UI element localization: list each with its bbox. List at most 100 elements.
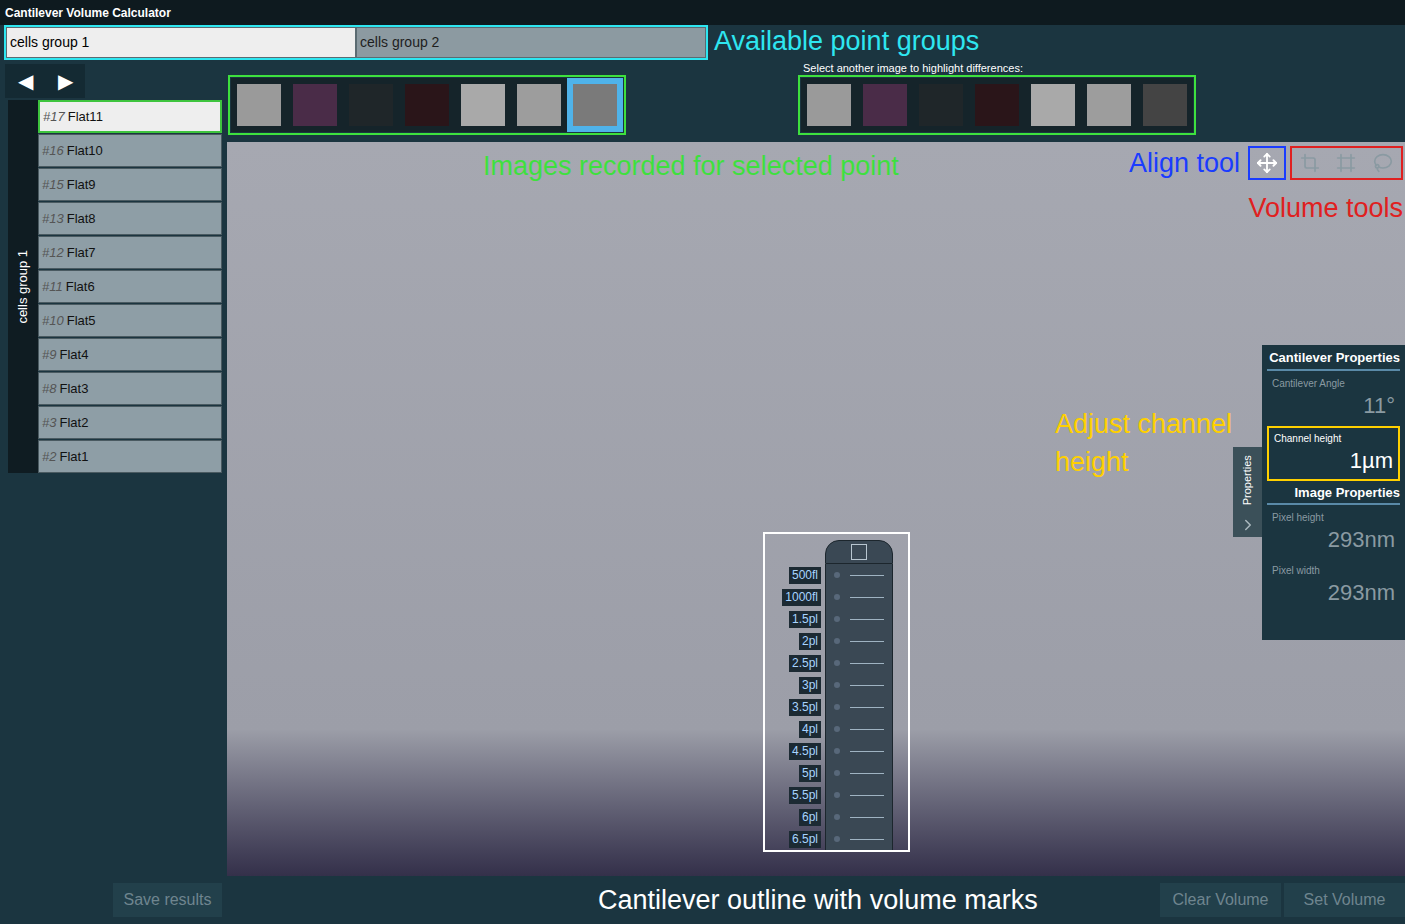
cantilever-segment (825, 630, 893, 652)
sidebar-item[interactable]: #8Flat3 (38, 372, 222, 405)
volume-mark-label: 5pl (799, 765, 821, 782)
point-list: #17Flat11#16Flat10#15Flat9#13Flat8#12Fla… (38, 100, 222, 473)
image-thumbnail[interactable] (857, 78, 913, 132)
action-button[interactable]: Set Volume (1284, 883, 1405, 917)
image-thumbnail[interactable] (399, 78, 455, 132)
crop-icon[interactable] (1300, 153, 1320, 173)
sidebar-item[interactable]: #15Flat9 (38, 168, 222, 201)
sidebar-item[interactable]: #17Flat11 (38, 100, 222, 133)
image-thumbnail[interactable] (801, 78, 857, 132)
property-field[interactable]: Pixel height293nm (1267, 507, 1400, 558)
image-thumbnail[interactable] (455, 78, 511, 132)
property-field[interactable]: Cantilever Angle11° (1267, 373, 1400, 424)
point-groups-row: cells group 1cells group 2Available poin… (0, 25, 1405, 62)
section-title: Cantilever Properties (1267, 348, 1400, 371)
image-thumbnail[interactable] (913, 78, 969, 132)
properties-panel: Cantilever PropertiesCantilever Angle11°… (1262, 345, 1405, 640)
image-thumbnail[interactable] (343, 78, 399, 132)
cantilever-segment (825, 696, 893, 718)
property-field[interactable]: Pixel width293nm (1267, 560, 1400, 611)
volume-mark-label: 2.5pl (789, 655, 821, 672)
volume-mark-label: 1.5pl (789, 611, 821, 628)
microscope-image[interactable]: Images recorded for selected point Align … (227, 142, 1405, 876)
align-tool[interactable] (1248, 146, 1286, 180)
compare-thumbnails (798, 75, 1196, 135)
image-thumbnail[interactable] (1137, 78, 1193, 132)
cantilever-segment (825, 828, 893, 850)
thumbnail-picture (405, 84, 449, 126)
tool-area: Align toolVolume tools (1129, 143, 1403, 228)
image-thumbnail[interactable] (567, 78, 623, 132)
volume-mark-row: 2pl (773, 630, 908, 652)
cantilever-segment (825, 608, 893, 630)
image-thumbnail[interactable] (511, 78, 567, 132)
cantilever-tip (825, 540, 893, 564)
next-button[interactable]: ▶ (45, 64, 85, 98)
sidebar-item[interactable]: #16Flat10 (38, 134, 222, 167)
property-field[interactable]: Channel height1µm (1267, 426, 1400, 481)
sidebar-item[interactable]: #3Flat2 (38, 406, 222, 439)
left-column: ◀▶cells group 1#17Flat11#16Flat10#15Flat… (0, 62, 227, 876)
sidebar-item[interactable]: #10Flat5 (38, 304, 222, 337)
image-thumbnail[interactable] (231, 78, 287, 132)
volume-mark-label: 2pl (799, 633, 821, 650)
annotation-label: Adjust channel height (1055, 405, 1255, 481)
group-tab[interactable]: cells group 2 (356, 27, 706, 58)
volume-mark-row: 1.5pl (773, 608, 908, 630)
properties-section: Cantilever PropertiesCantilever Angle11°… (1267, 348, 1400, 483)
prev-button[interactable]: ◀ (5, 64, 45, 98)
volume-mark-label: 3.5pl (789, 699, 821, 716)
move-icon (1256, 152, 1278, 174)
bottom-bar: Save resultsCantilever outline with volu… (0, 876, 1405, 924)
thumbnail-picture (1143, 84, 1187, 126)
nav-row: ◀▶ (0, 62, 227, 100)
image-thumbnail[interactable] (1081, 78, 1137, 132)
image-thumbnail[interactable] (287, 78, 343, 132)
sidebar-item[interactable]: #11Flat6 (38, 270, 222, 303)
cantilever-segment (825, 674, 893, 696)
title-bar: Cantilever Volume Calculator (0, 0, 1405, 25)
cantilever-segment (825, 564, 893, 586)
volume-mark-row: 5pl (773, 762, 908, 784)
image-thumbnail[interactable] (1025, 78, 1081, 132)
thumbnail-picture (573, 84, 617, 126)
cantilever-segment (825, 586, 893, 608)
annotation-label: Images recorded for selected point (483, 146, 899, 187)
volume-mark-label: 6pl (799, 809, 821, 826)
volume-mark-row: 1000fl (773, 586, 908, 608)
action-button[interactable]: Save results (113, 883, 222, 917)
volume-mark-label: 3pl (799, 677, 821, 694)
sidebar: cells group 1#17Flat11#16Flat10#15Flat9#… (0, 100, 227, 473)
volume-mark-row: 6.5pl (773, 828, 908, 850)
image-thumbnail[interactable] (969, 78, 1025, 132)
volume-mark-row: 4.5pl (773, 740, 908, 762)
thumbnail-picture (461, 84, 505, 126)
sidebar-item[interactable]: #9Flat4 (38, 338, 222, 371)
properties-section: Image PropertiesPixel height293nmPixel w… (1267, 483, 1400, 614)
sidebar-item[interactable]: #13Flat8 (38, 202, 222, 235)
volume-mark-row: 3pl (773, 674, 908, 696)
properties-toggle[interactable]: Properties (1233, 447, 1262, 537)
volume-mark-row: 500fl (773, 564, 908, 586)
sidebar-item[interactable]: #2Flat1 (38, 440, 222, 473)
compare-label: Select another image to highlight differ… (798, 62, 1196, 75)
sidebar-item[interactable]: #12Flat7 (38, 236, 222, 269)
group-label: cells group 1 (8, 100, 38, 473)
volume-mark-row: 4pl (773, 718, 908, 740)
thumbnail-header: Select another image to highlight differ… (227, 62, 1405, 142)
thumbnail-picture (919, 84, 963, 126)
volume-mark-label: 6.5pl (789, 831, 821, 848)
thumbnail-picture (293, 84, 337, 126)
annotation-label: Available point groups (714, 25, 979, 57)
annotation-label: Cantilever outline with volume marks (227, 880, 1160, 921)
point-groups-tabs: cells group 1cells group 2 (4, 25, 708, 60)
thumbnail-picture (517, 84, 561, 126)
cantilever-segment (825, 740, 893, 762)
cantilever-cap-row (773, 534, 908, 564)
frame-icon[interactable] (1336, 153, 1356, 173)
action-button[interactable]: Clear Volume (1160, 883, 1281, 917)
group-tab[interactable]: cells group 1 (6, 27, 356, 58)
lasso-icon[interactable] (1373, 153, 1393, 173)
thumbnail-picture (975, 84, 1019, 126)
compare-section: Select another image to highlight differ… (798, 62, 1196, 135)
